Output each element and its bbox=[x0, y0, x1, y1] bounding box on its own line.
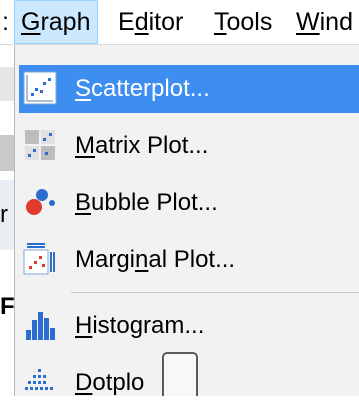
matrix-plot-icon bbox=[23, 128, 57, 162]
menu-item-accel: M bbox=[75, 132, 95, 159]
menu-item-text: al Plot... bbox=[148, 246, 236, 273]
menu-item-text: istogram... bbox=[92, 312, 205, 339]
menu-item-label: Matrix Plot... bbox=[75, 122, 208, 170]
menu-item-text: catterplot... bbox=[91, 75, 210, 102]
menu-graph-accel: G bbox=[21, 8, 41, 36]
histogram-icon bbox=[23, 308, 57, 342]
menu-item-label: Bubble Plot... bbox=[75, 179, 218, 227]
menu-window[interactable]: Wind bbox=[296, 0, 353, 44]
menu-graph-label: raph bbox=[40, 8, 91, 36]
menu-item-label: Marginal Plot... bbox=[75, 236, 235, 284]
menu-item-label: Histogram... bbox=[75, 302, 204, 350]
menu-fragment-left: : bbox=[2, 8, 9, 36]
menu-item-text: otplo bbox=[92, 369, 145, 396]
menu-item-label: Dotplo bbox=[75, 359, 144, 407]
background-toolbar-block bbox=[0, 67, 14, 101]
menu-bar: : Graph Editor Tools Wind bbox=[0, 0, 359, 45]
menu-item-accel: B bbox=[75, 189, 92, 216]
menu-separator bbox=[71, 292, 359, 293]
background-text: r bbox=[0, 201, 8, 228]
menu-item-marginal-plot[interactable]: Marginal Plot... bbox=[19, 236, 359, 284]
menu-item-accel: D bbox=[75, 369, 93, 396]
menu-tools[interactable]: Tools bbox=[214, 0, 272, 44]
menu-tools-accel: T bbox=[214, 8, 227, 36]
menu-item-pre: Margi bbox=[75, 246, 136, 273]
menu-item-matrix-plot[interactable]: Matrix Plot... bbox=[19, 122, 359, 170]
menu-item-text: atrix Plot... bbox=[95, 132, 209, 159]
menu-editor-accel: d bbox=[134, 8, 149, 36]
background-window: r F bbox=[0, 45, 15, 396]
menu-graph[interactable]: Graph bbox=[14, 0, 98, 44]
graph-dropdown-menu: Scatterplot... Matrix Plot... Bubble Plo… bbox=[14, 45, 359, 396]
dotplot-icon bbox=[23, 365, 57, 399]
scatterplot-icon bbox=[23, 71, 57, 105]
menu-item-bubble-plot[interactable]: Bubble Plot... bbox=[19, 179, 359, 227]
menu-item-scatterplot[interactable]: Scatterplot... bbox=[19, 65, 359, 113]
menu-item-text: ubble Plot... bbox=[91, 189, 218, 216]
menu-item-accel: n bbox=[135, 246, 149, 273]
menu-editor-label: itor bbox=[148, 8, 184, 36]
menu-window-label: ind bbox=[319, 8, 353, 36]
menu-window-accel: W bbox=[296, 8, 320, 36]
background-heading: F bbox=[0, 293, 15, 320]
menu-item-label: Scatterplot... bbox=[75, 65, 210, 113]
background-panel-block bbox=[0, 135, 14, 171]
marginal-plot-icon bbox=[23, 242, 57, 276]
overlapping-popup bbox=[162, 352, 198, 396]
menu-item-accel: S bbox=[75, 75, 92, 102]
menu-item-histogram[interactable]: Histogram... bbox=[19, 302, 359, 350]
menu-item-accel: H bbox=[75, 312, 93, 339]
menu-editor-pre: E bbox=[118, 8, 135, 36]
bubble-plot-icon bbox=[23, 185, 57, 219]
menu-editor[interactable]: Editor bbox=[118, 0, 183, 44]
menu-tools-label: ools bbox=[226, 8, 273, 36]
